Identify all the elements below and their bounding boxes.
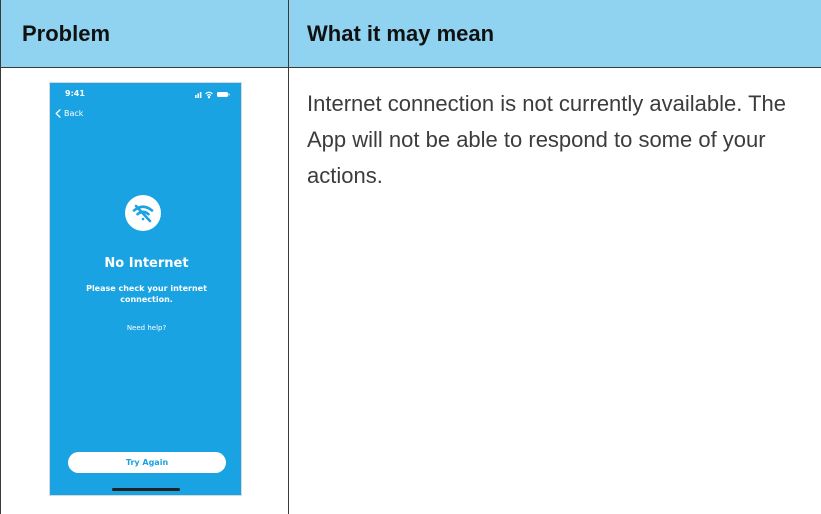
signal-icon [195,92,202,98]
try-again-button[interactable]: Try Again [68,452,226,473]
back-button[interactable]: Back [55,109,83,118]
header-problem: Problem [22,21,111,46]
no-internet-title: No Internet [104,256,189,271]
wifi-icon [205,91,213,99]
status-time: 9:41 [65,89,85,98]
need-help-link[interactable]: Need help? [50,324,241,332]
table-header-row: Problem What it may mean [0,0,821,67]
problem-description: Internet connection is not currently ava… [307,91,786,188]
table-header-divider [0,67,821,68]
battery-icon [217,92,230,97]
table-border-left [0,0,1,514]
back-label: Back [64,109,84,118]
table-column-divider [288,0,289,514]
home-indicator [112,488,180,491]
no-internet-message: Please check your internet connection. [86,284,207,304]
chevron-left-icon [55,109,61,118]
wifi-off-icon [125,195,161,231]
header-meaning: What it may mean [307,21,495,46]
help-table: Problem What it may mean Internet connec… [0,0,821,514]
status-icons [195,91,230,99]
phone-screenshot: 9:41 Back No Internet Please check your … [49,82,242,496]
